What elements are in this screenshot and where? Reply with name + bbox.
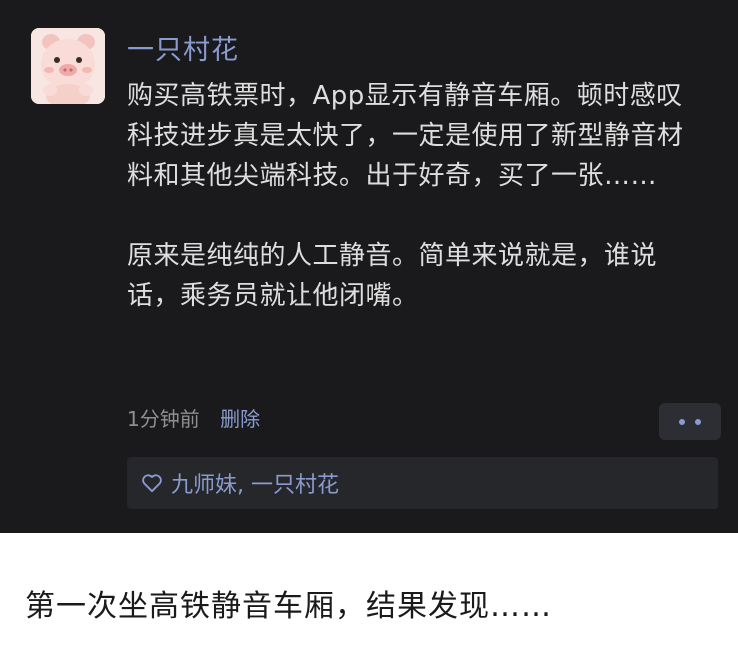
pig-avatar-icon xyxy=(31,28,105,104)
avatar[interactable] xyxy=(31,28,105,104)
heart-outline-icon xyxy=(142,474,162,493)
moments-post: 一只村花 购买高铁票时，App显示有静音车厢。顿时感叹科技进步真是太快了，一定是… xyxy=(0,0,738,533)
more-dots-icon xyxy=(679,418,685,425)
post-content: 购买高铁票时，App显示有静音车厢。顿时感叹科技进步真是太快了，一定是使用了新型… xyxy=(127,76,707,316)
more-button[interactable] xyxy=(659,403,721,440)
post-timestamp: 1分钟前 xyxy=(127,407,200,431)
post-meta: 1分钟前 删除 xyxy=(127,402,260,436)
post-paragraph: 原来是纯纯的人工静音。简单来说就是，谁说话，乘务员就让他闭嘴。 xyxy=(127,241,658,311)
likes-names[interactable]: 九师妹, 一只村花 xyxy=(171,467,339,499)
author-name[interactable]: 一只村花 xyxy=(127,31,239,71)
more-dots-icon xyxy=(695,418,701,425)
delete-link[interactable]: 删除 xyxy=(220,407,260,431)
likes-bar: 九师妹, 一只村花 xyxy=(127,457,718,509)
post-paragraph: 购买高铁票时，App显示有静音车厢。顿时感叹科技进步真是太快了，一定是使用了新型… xyxy=(127,81,684,191)
caption-text: 第一次坐高铁静音车厢，结果发现…… xyxy=(25,589,552,624)
